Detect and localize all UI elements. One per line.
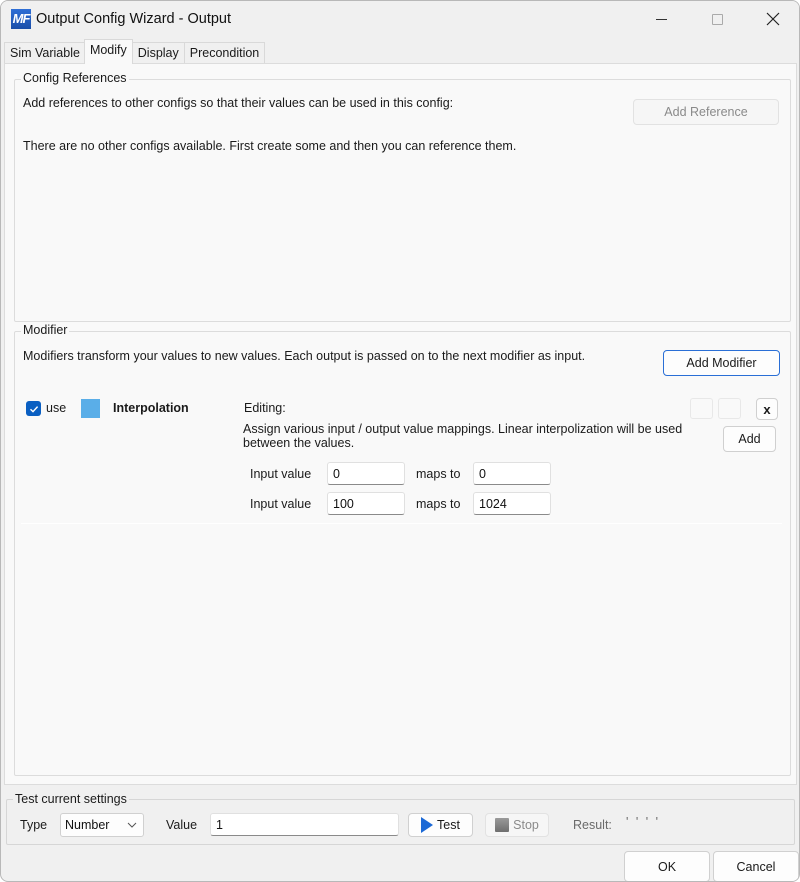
input-value-label: Input value: [250, 497, 312, 511]
tab-sim-variable[interactable]: Sim Variable: [4, 42, 86, 64]
input-value-label: Input value: [250, 467, 312, 481]
test-button[interactable]: Test: [408, 813, 473, 837]
test-settings-group: Test current settings Type Number Value …: [6, 792, 795, 845]
input-value-field[interactable]: [327, 492, 405, 515]
app-logo-icon: MF: [11, 9, 31, 29]
ok-button[interactable]: OK: [624, 851, 710, 881]
move-down-button[interactable]: [718, 398, 741, 419]
remove-modifier-button[interactable]: x: [756, 398, 778, 420]
stop-icon: [495, 818, 510, 832]
test-value-input[interactable]: [210, 813, 399, 836]
output-config-wizard-window: MF Output Config Wizard - Output Sim Var…: [0, 0, 800, 882]
maps-to-label: maps to: [416, 497, 461, 511]
title-bar: MF Output Config Wizard - Output: [1, 1, 799, 38]
stop-button-label: Stop: [513, 818, 539, 832]
move-up-button[interactable]: [690, 398, 713, 419]
add-reference-button[interactable]: Add Reference: [633, 99, 779, 125]
stop-button[interactable]: Stop: [485, 813, 549, 837]
tab-modify[interactable]: Modify: [83, 39, 133, 64]
maximize-button[interactable]: [689, 1, 745, 37]
input-value-field[interactable]: [327, 462, 405, 485]
cancel-button[interactable]: Cancel: [713, 851, 799, 881]
type-label: Type: [20, 818, 48, 832]
tab-precondition[interactable]: Precondition: [183, 42, 266, 64]
interpolation-help-line2: between the values.: [243, 436, 355, 450]
interpolation-help-line1: Assign various input / output value mapp…: [243, 422, 683, 436]
output-value-field[interactable]: [473, 492, 551, 515]
add-mapping-button[interactable]: Add: [723, 426, 776, 452]
close-button[interactable]: [745, 1, 799, 37]
tab-display[interactable]: Display: [131, 42, 185, 64]
result-label: Result:: [573, 818, 612, 832]
editing-label: Editing:: [244, 401, 286, 415]
window-title: Output Config Wizard - Output: [36, 11, 232, 27]
modifier-separator: [21, 523, 782, 524]
modifier-description: Modifiers transform your values to new v…: [23, 349, 586, 363]
tab-strip: Sim Variable Modify Display Precondition: [4, 39, 266, 64]
play-icon: [421, 817, 434, 833]
output-value-field[interactable]: [473, 462, 551, 485]
maps-to-label: maps to: [416, 467, 461, 481]
modifier-group: Modifier Modifiers transform your values…: [14, 323, 791, 776]
test-button-label: Test: [437, 818, 460, 832]
add-modifier-button[interactable]: Add Modifier: [663, 350, 780, 376]
modifier-legend: Modifier: [21, 323, 70, 337]
modify-tab-page: Config References Add references to othe…: [4, 63, 797, 785]
maximize-icon: [711, 13, 723, 25]
modifier-color-swatch: [81, 399, 100, 418]
use-label: use: [46, 401, 67, 415]
test-settings-legend: Test current settings: [13, 792, 129, 806]
minimize-icon: [655, 18, 667, 20]
type-select[interactable]: Number: [60, 813, 144, 837]
type-select-value: Number: [65, 818, 110, 832]
config-references-description: Add references to other configs so that …: [23, 96, 454, 110]
close-icon: [766, 12, 780, 26]
no-configs-message: There are no other configs available. Fi…: [23, 139, 517, 153]
chevron-down-icon: [127, 822, 137, 828]
value-label: Value: [166, 818, 198, 832]
config-references-group: Config References Add references to othe…: [14, 71, 791, 322]
minimize-button[interactable]: [633, 1, 689, 37]
result-value: ' ' ' ': [626, 815, 660, 829]
modifier-name: Interpolation: [113, 401, 189, 415]
config-references-legend: Config References: [21, 71, 129, 85]
checkmark-icon: [29, 405, 38, 413]
use-checkbox[interactable]: [26, 401, 41, 416]
